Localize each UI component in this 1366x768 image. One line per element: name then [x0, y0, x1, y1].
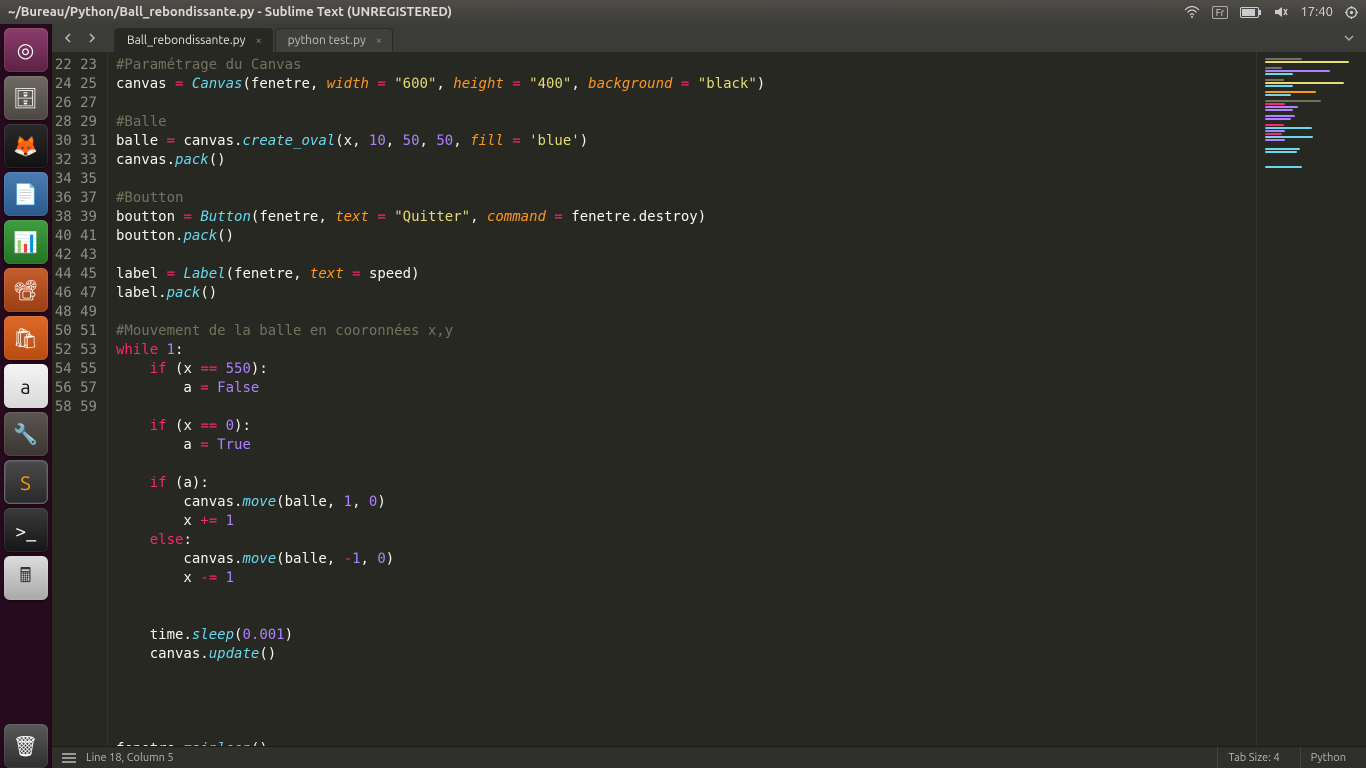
- syntax-indicator[interactable]: Python: [1300, 747, 1356, 768]
- gear-icon[interactable]: [1345, 6, 1358, 19]
- tab-overflow-button[interactable]: [1338, 34, 1360, 42]
- code-editor[interactable]: #Paramétrage du Canvascanvas = Canvas(fe…: [108, 52, 1256, 746]
- launcher-settings[interactable]: 🔧: [4, 412, 48, 456]
- launcher-sublime[interactable]: S: [4, 460, 48, 504]
- wifi-icon[interactable]: [1184, 6, 1200, 18]
- status-bar: Line 18, Column 5 Tab Size: 4 Python: [52, 746, 1366, 768]
- clock[interactable]: 17:40: [1300, 5, 1333, 19]
- tab-1[interactable]: python test.py ×: [275, 28, 393, 52]
- volume-icon[interactable]: [1274, 6, 1288, 18]
- tab-size-indicator[interactable]: Tab Size: 4: [1217, 747, 1289, 768]
- unity-launcher: ◎🗄🦊📄📊📽🛍a🔧S>_🖩 🗑: [0, 24, 52, 768]
- keyboard-layout-indicator[interactable]: Fr: [1212, 6, 1229, 19]
- launcher-dash[interactable]: ◎: [4, 28, 48, 72]
- tab-label: python test.py: [288, 34, 366, 47]
- sidebar-toggle-button[interactable]: [62, 753, 76, 763]
- launcher-trash[interactable]: 🗑: [4, 724, 48, 768]
- window-title: ~/Bureau/Python/Ball_rebondissante.py - …: [8, 5, 1184, 19]
- editor-toolbar: Ball_rebondissante.py × python test.py ×: [52, 24, 1366, 52]
- sublime-window: Ball_rebondissante.py × python test.py × 22…: [52, 24, 1366, 768]
- close-icon[interactable]: ×: [255, 35, 261, 47]
- tab-label: Ball_rebondissante.py: [127, 34, 245, 47]
- launcher-terminal[interactable]: >_: [4, 508, 48, 552]
- launcher-writer[interactable]: 📄: [4, 172, 48, 216]
- launcher-files[interactable]: 🗄: [4, 76, 48, 120]
- system-topbar: ~/Bureau/Python/Ball_rebondissante.py - …: [0, 0, 1366, 24]
- editor-area: 22 23 24 25 26 27 28 29 30 31 32 33 34 3…: [52, 52, 1366, 746]
- line-number-gutter: 22 23 24 25 26 27 28 29 30 31 32 33 34 3…: [52, 52, 108, 746]
- nav-forward-button[interactable]: [82, 28, 102, 48]
- close-icon[interactable]: ×: [376, 35, 382, 47]
- nav-back-button[interactable]: [58, 28, 78, 48]
- launcher-firefox[interactable]: 🦊: [4, 124, 48, 168]
- cursor-position: Line 18, Column 5: [86, 752, 174, 764]
- launcher-impress[interactable]: 📽: [4, 268, 48, 312]
- battery-icon[interactable]: [1240, 7, 1262, 18]
- launcher-calculator[interactable]: 🖩: [4, 556, 48, 600]
- tab-bar: Ball_rebondissante.py × python test.py ×: [114, 24, 1334, 52]
- launcher-amazon[interactable]: a: [4, 364, 48, 408]
- tab-0[interactable]: Ball_rebondissante.py ×: [114, 28, 273, 52]
- launcher-software[interactable]: 🛍: [4, 316, 48, 360]
- launcher-calc[interactable]: 📊: [4, 220, 48, 264]
- minimap[interactable]: [1256, 52, 1366, 746]
